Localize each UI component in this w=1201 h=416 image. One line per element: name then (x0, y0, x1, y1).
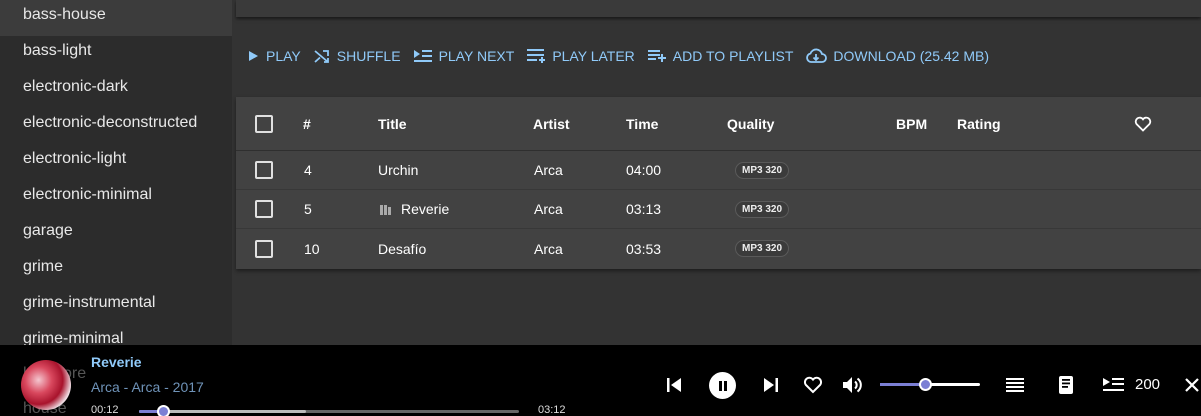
quality-badge: MP3 320 (735, 161, 790, 179)
track-table: # Title Artist Time Quality BPM Rating 4… (236, 97, 1201, 269)
table-row[interactable]: 10 Desafío Arca 03:53 MP3 320 (236, 229, 1201, 268)
col-bpm[interactable]: BPM (896, 97, 927, 150)
shuffle-icon (314, 50, 329, 63)
shuffle-label: SHUFFLE (336, 48, 401, 64)
col-number[interactable]: # (303, 97, 311, 150)
sidebar-item-bass-house[interactable]: bass-house (0, 0, 232, 36)
close-icon (1185, 378, 1199, 392)
skip-next-icon (764, 378, 778, 392)
row-checkbox[interactable] (255, 161, 273, 179)
play-later-label: PLAY LATER (552, 48, 635, 64)
track-number: 4 (304, 162, 312, 178)
play-label: PLAY (266, 48, 301, 64)
add-to-playlist-label: ADD TO PLAYLIST (672, 48, 794, 64)
sidebar-item-garage[interactable]: garage (0, 216, 232, 252)
track-time: 03:13 (626, 201, 662, 217)
table-row[interactable]: 5 Reverie Arca 03:13 MP3 320 (236, 190, 1201, 229)
mute-button[interactable] (840, 373, 866, 397)
love-button[interactable] (801, 373, 825, 397)
row-checkbox[interactable] (255, 200, 273, 218)
previous-button[interactable] (662, 373, 686, 397)
seek-bar[interactable] (139, 405, 519, 416)
download-button[interactable]: DOWNLOAD (25.42 MB) (805, 48, 989, 64)
skip-previous-icon (667, 378, 681, 392)
pause-button[interactable] (709, 372, 736, 399)
download-label: DOWNLOAD (25.42 MB) (833, 48, 989, 64)
track-title: Desafío (378, 240, 427, 257)
track-time: 04:00 (626, 162, 662, 178)
col-rating[interactable]: Rating (957, 97, 1001, 150)
menu-icon (1006, 378, 1024, 392)
play-icon (249, 51, 258, 61)
close-player-button[interactable] (1183, 373, 1201, 397)
action-toolbar: PLAY SHUFFLE PLAY NEXT PLAY LATER ADD TO… (246, 44, 1001, 68)
seek-handle[interactable] (156, 405, 170, 416)
volume-icon (843, 377, 862, 393)
lyrics-button[interactable] (1054, 373, 1078, 397)
track-time: 03:53 (626, 240, 662, 257)
col-loved[interactable] (1134, 97, 1152, 150)
table-header: # Title Artist Time Quality BPM Rating (236, 97, 1201, 151)
now-playing-icon (380, 203, 392, 215)
sidebar-item-grime-instrumental[interactable]: grime-instrumental (0, 288, 232, 324)
heart-icon (1134, 116, 1152, 132)
track-artist[interactable]: Arca (534, 151, 563, 189)
sidebar-item-electronic-minimal[interactable]: electronic-minimal (0, 180, 232, 216)
heart-icon (804, 376, 822, 394)
sidebar-item-electronic-deconstructed[interactable]: electronic-deconstructed (0, 108, 232, 144)
col-time[interactable]: Time (626, 97, 658, 150)
quality-badge: MP3 320 (735, 200, 790, 218)
row-checkbox[interactable] (255, 239, 273, 258)
col-quality[interactable]: Quality (727, 97, 774, 150)
track-artist[interactable]: Arca (534, 190, 563, 228)
play-later-button[interactable]: PLAY LATER (526, 47, 635, 65)
now-playing-title[interactable]: Reverie (91, 354, 142, 370)
album-cover[interactable] (21, 360, 71, 410)
track-artist[interactable]: Arca (534, 229, 563, 268)
play-next-button[interactable]: PLAY NEXT (413, 48, 515, 64)
play-later-icon (527, 49, 546, 63)
pause-icon (718, 380, 727, 391)
col-title[interactable]: Title (378, 97, 407, 150)
table-row[interactable]: 4 Urchin Arca 04:00 MP3 320 (236, 151, 1201, 190)
album-header-card (236, 0, 1201, 17)
now-playing-subtitle[interactable]: Arca - Arca - 2017 (91, 379, 204, 395)
play-next-icon (413, 50, 432, 62)
playlist-add-icon (647, 50, 666, 62)
track-title: Urchin (378, 162, 419, 178)
shuffle-button[interactable]: SHUFFLE (313, 48, 401, 64)
book-icon (1059, 376, 1073, 394)
col-artist[interactable]: Artist (533, 97, 570, 150)
sidebar-item-electronic-light[interactable]: electronic-light (0, 144, 232, 180)
current-time: 00:12 (91, 404, 119, 416)
track-number: 10 (304, 240, 320, 257)
select-all-checkbox[interactable] (255, 114, 273, 133)
cloud-download-icon (806, 48, 828, 63)
sidebar-item-bass-light[interactable]: bass-light (0, 36, 232, 72)
queue-play-next-icon (1103, 378, 1124, 391)
next-button[interactable] (759, 373, 783, 397)
track-number: 5 (304, 201, 312, 217)
play-button[interactable]: PLAY (246, 48, 301, 64)
queue-count: 200 (1135, 376, 1161, 393)
play-next-label: PLAY NEXT (438, 48, 515, 64)
track-title: Reverie (401, 201, 450, 217)
volume-slider[interactable] (880, 378, 980, 391)
volume-handle[interactable] (919, 378, 932, 391)
play-queue-button[interactable] (1101, 373, 1127, 397)
quality-badge: MP3 320 (735, 240, 790, 257)
sidebar-item-grime[interactable]: grime (0, 252, 232, 288)
sidebar-item-electronic-dark[interactable]: electronic-dark (0, 72, 232, 108)
add-to-playlist-button[interactable]: ADD TO PLAYLIST (647, 48, 794, 64)
total-time: 03:12 (538, 404, 566, 416)
queue-button[interactable] (1003, 373, 1027, 397)
player-bar: hardcore house Reverie Arca - Arca - 201… (0, 345, 1201, 416)
